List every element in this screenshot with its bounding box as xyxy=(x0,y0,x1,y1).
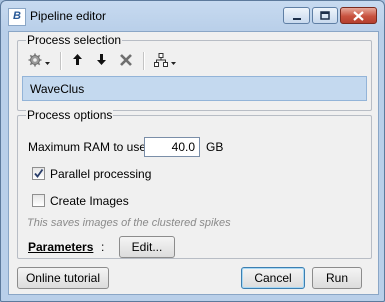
toolbar-separator xyxy=(60,52,62,70)
maximize-button[interactable] xyxy=(312,7,338,24)
process-selection-legend: Process selection xyxy=(26,33,123,47)
pipeline-menu-button[interactable] xyxy=(150,52,180,70)
create-images-hint: This saves images of the clustered spike… xyxy=(27,217,231,229)
move-up-button[interactable] xyxy=(68,52,86,70)
dialog-content: Process selection WaveClus Process optio… xyxy=(8,31,379,295)
online-tutorial-button[interactable]: Online tutorial xyxy=(17,267,109,289)
minimize-button[interactable] xyxy=(283,7,310,24)
chevron-down-icon xyxy=(45,54,50,68)
process-list[interactable]: WaveClus xyxy=(22,76,367,101)
run-button[interactable]: Run xyxy=(312,267,362,289)
chevron-down-icon xyxy=(171,54,176,68)
delete-x-icon xyxy=(120,53,132,69)
add-process-button[interactable] xyxy=(24,52,54,70)
arrow-down-icon xyxy=(96,54,106,68)
window-title: Pipeline editor xyxy=(30,9,107,23)
process-selection-group: Process selection WaveClus xyxy=(17,33,372,111)
arrow-up-icon xyxy=(72,54,82,68)
toolbar-separator xyxy=(143,52,145,70)
cancel-button[interactable]: Cancel xyxy=(241,267,305,289)
title-bar[interactable]: B Pipeline editor xyxy=(1,1,384,31)
process-options-group: Process options Maximum RAM to use: GB P… xyxy=(17,108,372,259)
checkmark-icon xyxy=(34,168,44,178)
pipeline-editor-window: B Pipeline editor Process selection Wave… xyxy=(0,0,385,302)
max-ram-label: Maximum RAM to use: xyxy=(28,140,150,154)
edit-parameters-button[interactable]: Edit... xyxy=(119,236,175,258)
create-images-checkbox[interactable] xyxy=(32,194,45,207)
parallel-processing-checkbox[interactable] xyxy=(32,167,45,180)
max-ram-input[interactable] xyxy=(144,137,200,157)
maximize-icon xyxy=(313,8,337,23)
minimize-icon xyxy=(284,8,309,23)
gear-icon xyxy=(28,53,42,70)
move-down-button[interactable] xyxy=(92,52,110,70)
create-images-label[interactable]: Create Images xyxy=(50,194,129,208)
parallel-processing-label[interactable]: Parallel processing xyxy=(50,167,151,181)
close-button[interactable] xyxy=(340,7,377,24)
close-icon xyxy=(341,8,376,23)
pipeline-tree-icon xyxy=(154,52,168,70)
parameters-colon: : xyxy=(101,240,105,254)
parameters-label: Parameters xyxy=(28,240,94,254)
max-ram-unit: GB xyxy=(206,140,224,154)
delete-process-button[interactable] xyxy=(116,52,136,70)
app-icon: B xyxy=(8,8,26,26)
process-list-item[interactable]: WaveClus xyxy=(30,82,84,96)
process-toolbar xyxy=(22,51,367,71)
process-options-legend: Process options xyxy=(26,108,114,122)
